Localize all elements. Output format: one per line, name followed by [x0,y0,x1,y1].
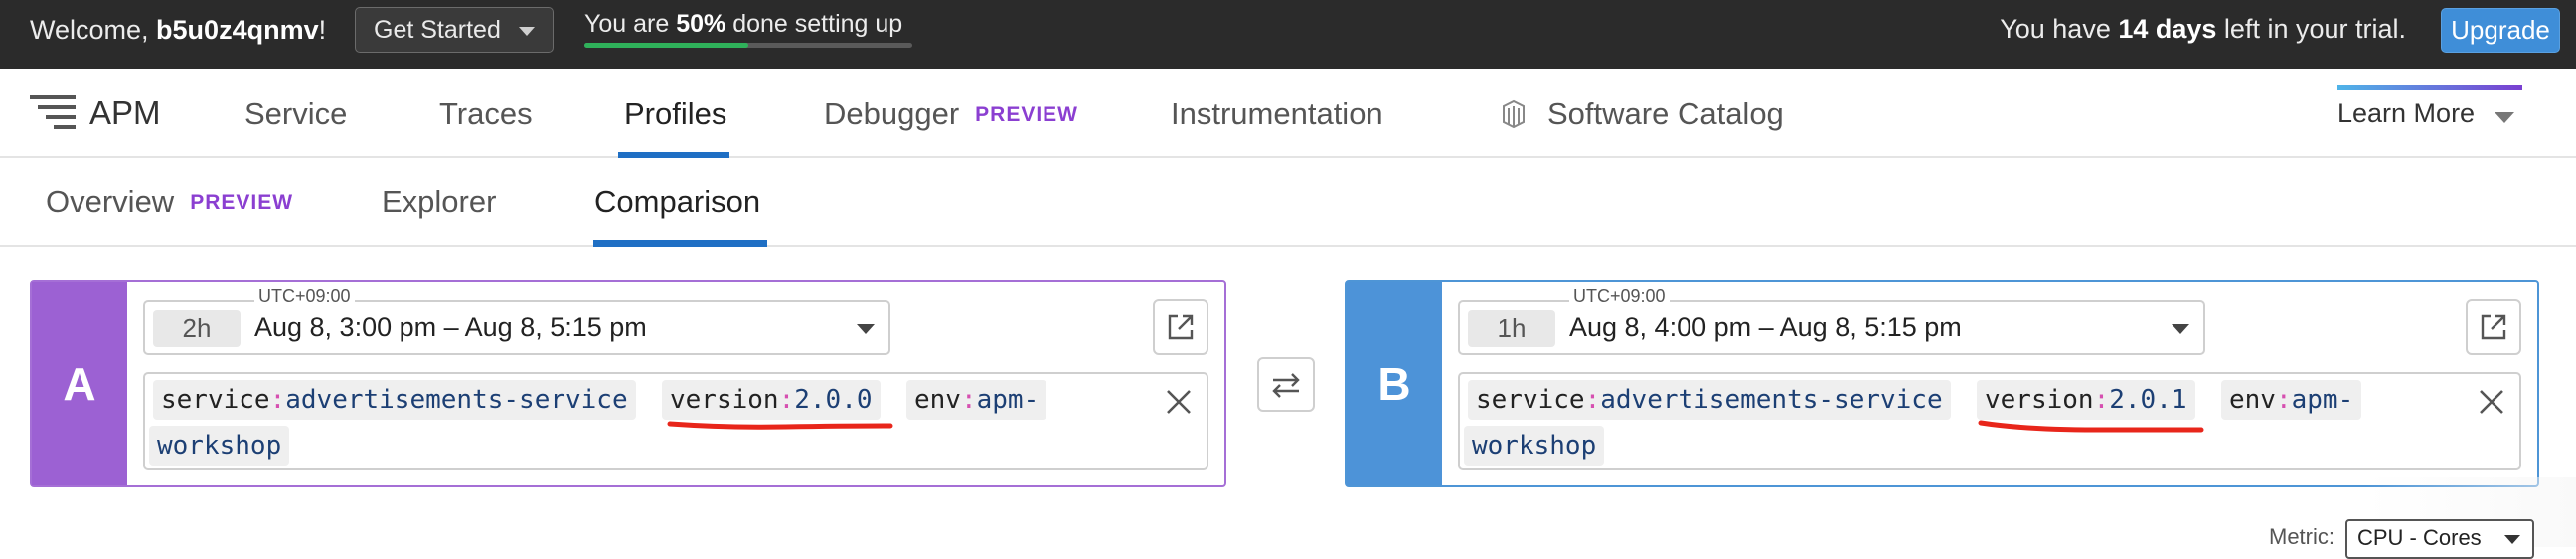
swap-comparison-button[interactable] [1257,357,1315,412]
query-field-b[interactable]: service:advertisements-service version:2… [1458,372,2521,470]
timezone-label: UTC+09:00 [1569,286,1670,307]
apm-nav: APM Service Traces Profiles Debugger PREV… [0,69,2576,158]
top-banner: Welcome, b5u0z4qnmv! Get Started You are… [0,0,2576,69]
trial-message: You have 14 days left in your trial. [2000,14,2406,44]
tab-comparison[interactable]: Comparison [594,184,760,220]
apm-title[interactable]: APM [89,94,161,132]
preview-badge: PREVIEW [975,103,1079,126]
query-tag-version[interactable]: version:2.0.1 [1977,380,2195,420]
welcome-message: Welcome, b5u0z4qnmv! [30,15,327,45]
red-underline-annotation [1978,420,2204,433]
query-tag-env[interactable]: env:apm- [906,380,1047,420]
software-catalog-icon [1503,99,1525,129]
duration-badge: 2h [153,310,241,347]
query-tag-service[interactable]: service:advertisements-service [153,380,636,420]
open-external-button[interactable] [2466,299,2521,355]
query-tag-service[interactable]: service:advertisements-service [1468,380,1951,420]
profiles-subnav: Overview PREVIEW Explorer Comparison [0,158,2576,247]
query-field-a[interactable]: service:advertisements-service version:2… [143,372,1208,470]
chevron-down-icon [2495,112,2514,123]
tab-explorer[interactable]: Explorer [382,184,496,220]
learn-more-dropdown[interactable]: Learn More [2337,98,2475,129]
metric-selected-value: CPU - Cores [2357,525,2482,550]
timezone-label: UTC+09:00 [254,286,355,307]
username: b5u0z4qnmv [156,15,319,45]
metric-select[interactable]: CPU - Cores [2345,519,2534,559]
get-started-label: Get Started [374,15,501,44]
time-range-selector-b[interactable]: 1h Aug 8, 4:00 pm – Aug 8, 5:15 pm [1458,300,2205,355]
apm-menu-icon[interactable] [30,93,76,132]
chevron-down-icon [2172,324,2189,334]
time-range-selector-a[interactable]: 2h Aug 8, 3:00 pm – Aug 8, 5:15 pm [143,300,890,355]
time-range-text: Aug 8, 4:00 pm – Aug 8, 5:15 pm [1569,312,1962,342]
panel-label-a: A [32,282,127,485]
external-link-icon [1168,314,1194,340]
nav-item-profiles[interactable]: Profiles [624,96,726,132]
clear-query-button[interactable] [2472,382,2511,422]
setup-progress-fill [584,43,748,48]
panel-label-b: B [1347,282,1442,485]
time-range-text: Aug 8, 3:00 pm – Aug 8, 5:15 pm [254,312,647,342]
comparison-panel-a: A 2h Aug 8, 3:00 pm – Aug 8, 5:15 pm UTC… [30,280,1226,487]
preview-badge: PREVIEW [190,191,294,214]
comparison-panel-b: B 1h Aug 8, 4:00 pm – Aug 8, 5:15 pm UTC… [1345,280,2539,487]
nav-item-software-catalog[interactable]: Software Catalog [1547,96,1784,132]
close-icon [1167,390,1191,414]
close-icon [2480,390,2503,414]
nav-item-traces[interactable]: Traces [439,96,533,132]
active-subtab-indicator [593,240,767,247]
chevron-down-icon [519,27,535,36]
learn-more-accent [2337,85,2522,90]
metric-label: Metric: [2269,524,2334,549]
query-tag-env-continued[interactable]: workshop [149,426,290,466]
open-external-button[interactable] [1153,299,1208,355]
nav-item-debugger[interactable]: Debugger PREVIEW [824,96,1078,132]
clear-query-button[interactable] [1159,382,1199,422]
nav-item-service[interactable]: Service [244,96,347,132]
query-tag-env[interactable]: env:apm- [2221,380,2362,420]
external-link-icon [2481,314,2506,340]
query-tag-version[interactable]: version:2.0.0 [662,380,881,420]
chevron-down-icon [2504,535,2520,544]
red-underline-annotation [667,421,893,430]
chevron-down-icon [857,324,875,334]
get-started-dropdown[interactable]: Get Started [355,7,554,53]
duration-badge: 1h [1468,310,1555,347]
nav-item-instrumentation[interactable]: Instrumentation [1171,96,1383,132]
setup-progress-text[interactable]: You are 50% done setting up [584,10,902,39]
upgrade-button[interactable]: Upgrade [2441,8,2560,53]
swap-arrows-icon [1272,372,1300,398]
query-tag-env-continued[interactable]: workshop [1464,426,1605,466]
tab-overview[interactable]: Overview PREVIEW [46,184,293,220]
setup-progress-bar [584,43,912,48]
